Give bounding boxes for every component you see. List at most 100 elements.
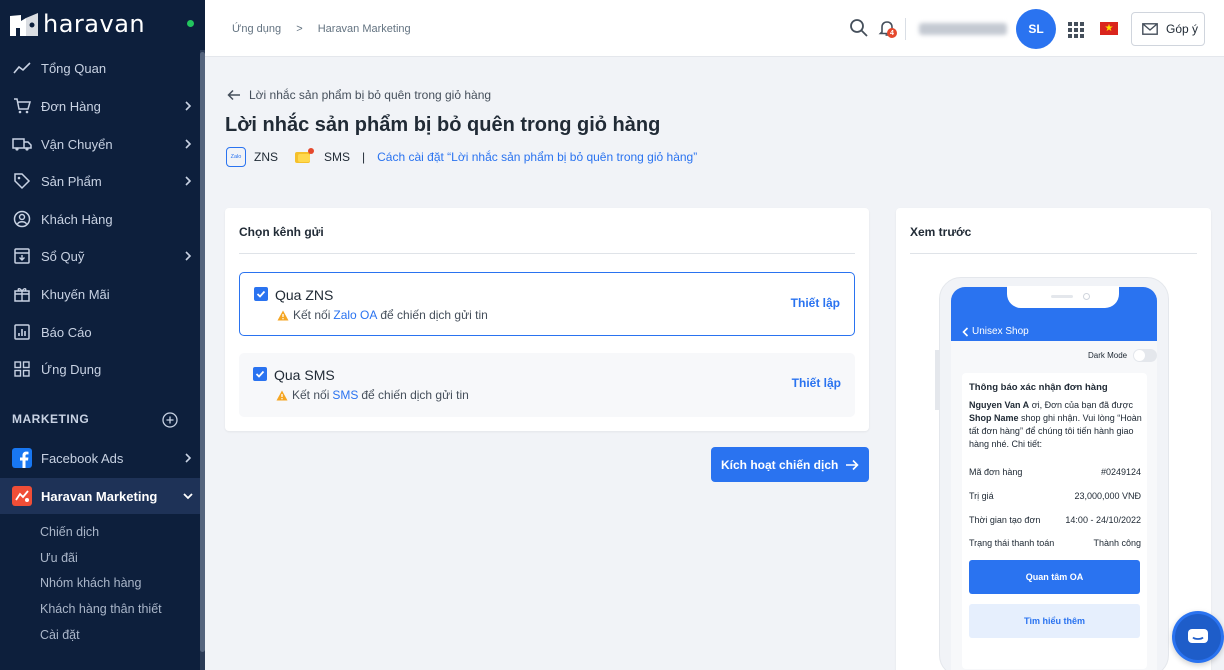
message-text: ơi, Đơn của bạn đã được (1029, 400, 1133, 410)
channel-option-sms[interactable]: Qua SMS Kết nối SMS để chiến dịch gửi ti… (239, 353, 855, 417)
zalo-oa-link[interactable]: Zalo OA (333, 308, 377, 322)
phone-header: Unisex Shop (951, 286, 1157, 341)
row-label: Mã đơn hàng (969, 467, 1023, 477)
sidebar-item-label: Ứng Dụng (41, 361, 102, 377)
message-title: Thông báo xác nhận đơn hàng (969, 382, 1108, 393)
apps-icon (12, 359, 32, 379)
dark-mode-toggle[interactable] (1133, 349, 1157, 362)
sub-item-nhom-khach-hang[interactable]: Nhóm khách hàng (40, 576, 141, 590)
apps-grid-icon[interactable] (1068, 22, 1084, 38)
dark-mode-label: Dark Mode (1088, 351, 1128, 360)
sms-link[interactable]: SMS (332, 388, 358, 402)
facebook-icon (12, 448, 32, 468)
chevron-left-icon (962, 327, 969, 337)
preview-title: Xem trước (910, 225, 972, 239)
option-warning: Kết nối SMS để chiến dịch gửi tin (276, 388, 469, 402)
sidebar-item-san-pham[interactable]: Sản Phẩm (0, 163, 200, 199)
breadcrumb-item[interactable]: Ứng dụng (232, 23, 281, 35)
activate-label: Kích hoạt chiến dịch (721, 457, 839, 472)
ledger-icon (12, 246, 32, 266)
phone-camera (1083, 293, 1090, 300)
sidebar-item-van-chuyen[interactable]: Vận Chuyển (0, 126, 200, 162)
haravan-logo-icon (10, 13, 38, 36)
sub-item-cai-dat[interactable]: Cài đặt (40, 628, 80, 642)
sidebar-item-bao-cao[interactable]: Báo Cáo (0, 314, 200, 350)
phone-body: Dark Mode Thông báo xác nhận đơn hàng Ng… (951, 341, 1157, 670)
feedback-button[interactable]: Góp ý (1131, 12, 1205, 46)
row-label: Trạng thái thanh toán (969, 538, 1055, 548)
sidebar-item-label: Khách Hàng (41, 211, 113, 227)
message-card: Thông báo xác nhận đơn hàng Nguyen Van A… (962, 373, 1147, 669)
chart-line-icon (12, 58, 32, 78)
sidebar-item-label: Sản Phẩm (41, 173, 102, 189)
zalo-icon: Zalo (226, 147, 246, 167)
check-icon (255, 370, 265, 378)
sms-icon (295, 148, 314, 163)
learn-more-button[interactable]: Tìm hiểu thêm (969, 604, 1140, 638)
add-circle-icon[interactable] (162, 412, 178, 428)
online-status-dot (187, 20, 194, 27)
channel-card: Chọn kênh gửi Qua ZNS Kết nối Zalo OA để… (225, 208, 869, 431)
feedback-label: Góp ý (1166, 22, 1199, 36)
back-link[interactable]: Lời nhắc sản phẩm bị bỏ quên trong giỏ h… (227, 88, 491, 102)
channel-card-title: Chọn kênh gửi (239, 225, 324, 239)
topbar: Ứng dụng > Haravan Marketing 4 SL ★ Góp … (205, 0, 1224, 57)
breadcrumb-item[interactable]: Haravan Marketing (318, 23, 411, 35)
chevron-right-icon (185, 251, 192, 261)
row-value: 14:00 - 24/10/2022 (1065, 515, 1141, 525)
back-link-label: Lời nhắc sản phẩm bị bỏ quên trong giỏ h… (249, 88, 492, 102)
sidebar-item-label: Khuyến Mãi (41, 286, 110, 302)
sms-setup-link[interactable]: Thiết lập (792, 376, 841, 390)
follow-oa-button[interactable]: Quan tâm OA (969, 560, 1140, 594)
warning-suffix: để chiến dịch gửi tin (361, 388, 469, 402)
phone-notch (1007, 286, 1119, 308)
sidebar-item-ung-dung[interactable]: Ứng Dụng (0, 351, 200, 387)
row-value: Thành công (1093, 538, 1141, 548)
sub-item-khach-hang-than-thiet[interactable]: Khách hàng thân thiết (40, 602, 162, 616)
divider (910, 253, 1197, 254)
chat-button-inner (1175, 614, 1221, 660)
channel-option-zns[interactable]: Qua ZNS Kết nối Zalo OA để chiến dịch gử… (239, 272, 855, 336)
row-value: #0249124 (1100, 467, 1141, 477)
sub-item-chien-dich[interactable]: Chiến dịch (40, 525, 99, 539)
report-icon (12, 322, 32, 342)
haravan-logo[interactable]: haravan (8, 9, 145, 39)
sidebar-scrollbar-thumb[interactable] (200, 52, 205, 652)
divider (239, 253, 855, 254)
toggle-knob (1134, 350, 1145, 361)
shop-name: Unisex Shop (972, 326, 1029, 337)
sidebar-item-don-hang[interactable]: Đơn Hàng (0, 88, 200, 124)
shop-name-placeholder: Shop Name (969, 413, 1019, 423)
chat-button[interactable] (1172, 611, 1224, 663)
customer-name: Nguyen Van A (969, 400, 1030, 410)
blurred-phone-number (919, 23, 1007, 35)
sidebar-item-khuyen-mai[interactable]: Khuyến Mãi (0, 276, 200, 312)
howto-link[interactable]: Cách cài đặt “Lời nhắc sản phẩm bị bỏ qu… (377, 150, 697, 164)
sidebar-item-khach-hang[interactable]: Khách Hàng (0, 201, 200, 237)
chat-icon (1188, 629, 1208, 643)
sidebar-item-tong-quan[interactable]: Tổng Quan (0, 50, 200, 86)
avatar[interactable]: SL (1016, 9, 1056, 49)
page-title: Lời nhắc sản phẩm bị bỏ quên trong giỏ h… (225, 114, 661, 136)
vietnam-flag-icon[interactable]: ★ (1100, 22, 1118, 35)
breadcrumb: Ứng dụng > Haravan Marketing (232, 23, 423, 35)
activate-campaign-button[interactable]: Kích hoạt chiến dịch (711, 447, 869, 482)
warning-prefix: Kết nối (293, 308, 331, 322)
option-title: Qua ZNS (275, 287, 334, 303)
separator: | (362, 150, 366, 164)
detail-row: Trị giá 23,000,000 VNĐ (969, 491, 1141, 501)
sms-checkbox[interactable] (253, 367, 267, 381)
sidebar-item-facebook-ads[interactable]: Facebook Ads (0, 440, 200, 476)
user-circle-icon (12, 209, 32, 229)
sub-item-uu-dai[interactable]: Ưu đãi (40, 551, 78, 565)
sidebar-item-label: Báo Cáo (41, 324, 92, 340)
chevron-right-icon (185, 101, 192, 111)
sidebar-item-so-quy[interactable]: Sổ Quỹ (0, 238, 200, 274)
search-icon[interactable] (849, 18, 869, 38)
mail-icon (1142, 23, 1158, 35)
row-value: 23,000,000 VNĐ (1074, 491, 1141, 501)
topbar-divider (905, 18, 906, 40)
zns-checkbox[interactable] (254, 287, 268, 301)
zns-setup-link[interactable]: Thiết lập (791, 296, 840, 310)
sidebar-item-haravan-marketing[interactable]: Haravan Marketing (0, 478, 200, 514)
